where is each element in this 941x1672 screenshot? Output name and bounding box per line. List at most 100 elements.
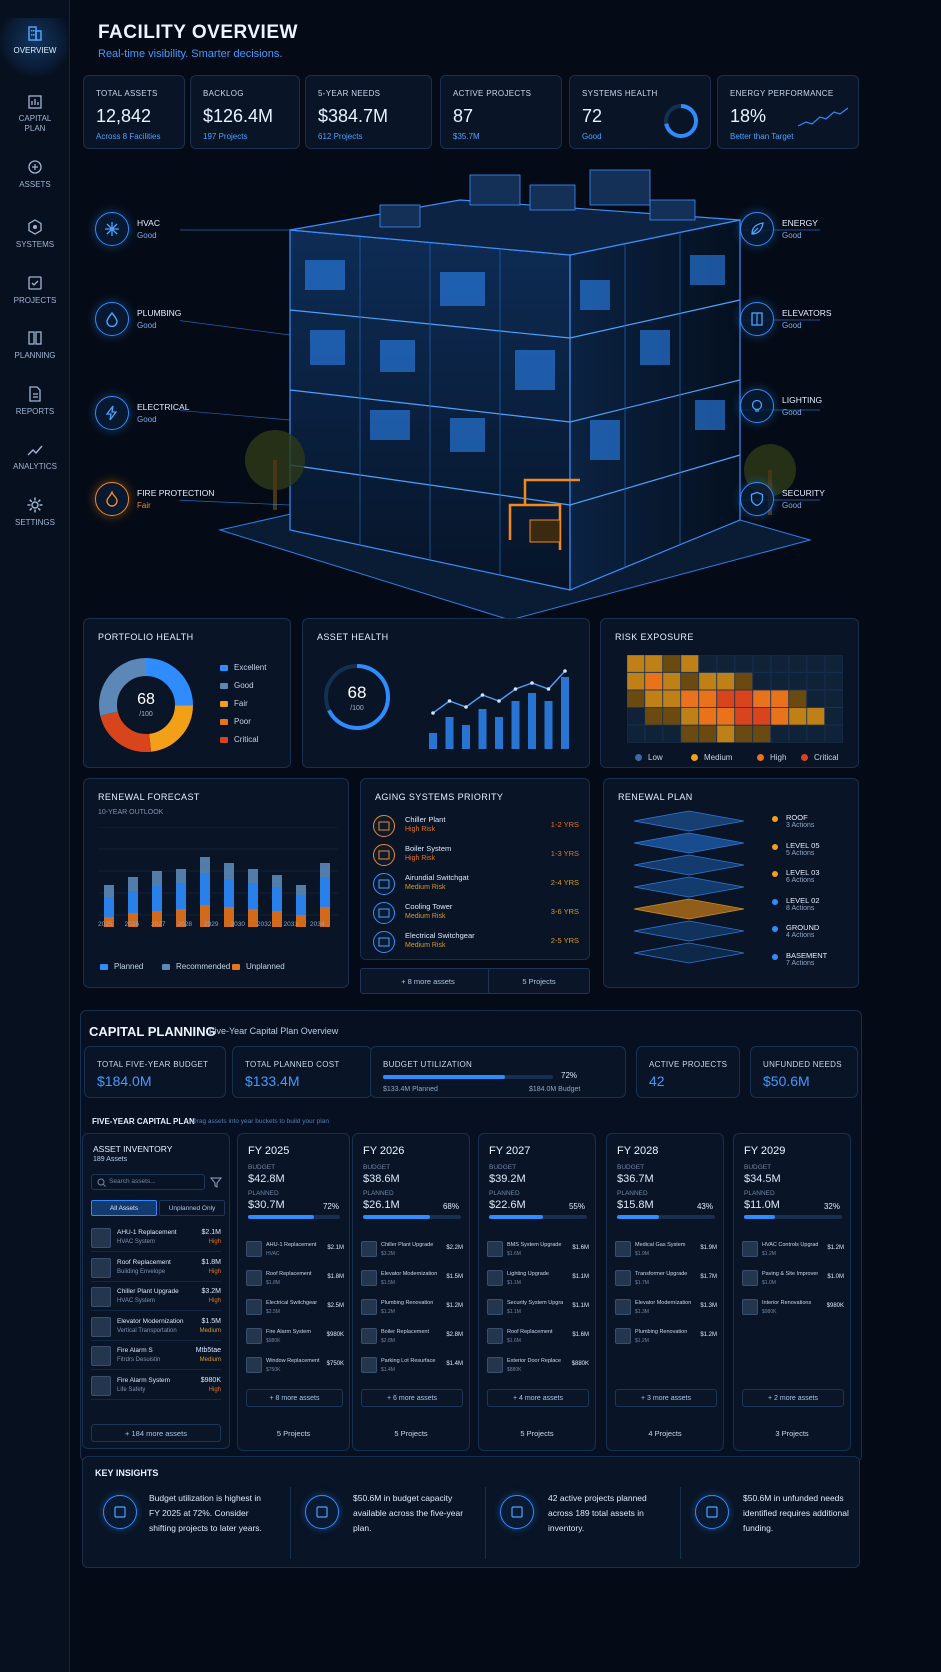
kpi-value: $50.6M — [763, 1073, 810, 1089]
plan-level[interactable]: LEVEL 03 6 Actions — [772, 868, 852, 892]
fy-more-button[interactable]: + 8 more assets — [246, 1389, 343, 1407]
aging-projects-button[interactable]: 5 Projects — [488, 968, 590, 994]
fy-asset-item[interactable]: Plumbing Renovation $1.2M $1.2M — [615, 1326, 717, 1348]
inventory-item[interactable]: AHU-1 Replacement HVAC System $2.1M High — [91, 1226, 221, 1252]
plan-level[interactable]: BASEMENT 7 Actions — [772, 951, 852, 975]
fy-asset-item[interactable]: HVAC Controls Upgrade $1.2M $1.2M — [742, 1239, 844, 1261]
fy-asset-item[interactable]: Roof Replacement $1.6M $1.6M — [487, 1326, 589, 1348]
system-energy[interactable]: ENERGY Good — [740, 212, 818, 246]
fy-asset-item[interactable]: Boiler Replacement $2.8M $2.8M — [361, 1326, 463, 1348]
fy-asset-item[interactable]: Interior Renovations $980K $980K — [742, 1297, 844, 1319]
renewal-forecast-card[interactable]: RENEWAL FORECAST 10-YEAR OUTLOOK 2025 202… — [83, 778, 349, 988]
nav-assets[interactable]: ASSETS — [0, 158, 70, 190]
aging-item[interactable]: Electrical Switchgear Medium Risk 2-5 YRS — [373, 929, 579, 955]
asset-health-card[interactable]: ASSET HEALTH 68 /100 — [302, 618, 590, 768]
asset-thumbnail — [91, 1257, 111, 1278]
kpi-total-assets[interactable]: TOTAL ASSETS 12,842 Across 8 Facilities — [83, 75, 185, 149]
fy-asset-item[interactable]: Elevator Modernization $1.3M $1.3M — [615, 1297, 717, 1319]
system-electrical[interactable]: ELECTRICAL Good — [95, 396, 189, 430]
kpi-active-projects[interactable]: ACTIVE PROJECTS 87 $35.7M — [440, 75, 562, 149]
fy-asset-item[interactable]: Paving & Site Improvement $1.0M $1.0M — [742, 1268, 844, 1290]
fy-asset-item[interactable]: Lighting Upgrade $1.1M $1.1M — [487, 1268, 589, 1290]
portfolio-health-card[interactable]: PORTFOLIO HEALTH 68 /100 Excellent Good … — [83, 618, 291, 768]
nav-overview[interactable]: OVERVIEW — [0, 18, 70, 76]
nav-planning[interactable]: PLANNING — [0, 329, 70, 361]
system-status: Good — [782, 231, 802, 240]
plan-level[interactable]: GROUND 4 Actions — [772, 923, 852, 947]
fy-column: FY 2027 BUDGET $39.2M PLANNED $22.6M 55% BMS S… — [478, 1133, 596, 1451]
fy-more-button[interactable]: + 3 more assets — [615, 1389, 717, 1407]
fy-more-button[interactable]: + 6 more assets — [361, 1389, 463, 1407]
inventory-item[interactable]: Elevator Modernization Vertical Transport… — [91, 1315, 221, 1341]
planned-label: PLANNED — [489, 1190, 520, 1197]
plan-level[interactable]: LEVEL 02 8 Actions — [772, 896, 852, 920]
system-security[interactable]: SECURITY Good — [740, 482, 825, 516]
nav-analytics[interactable]: ANALYTICS — [0, 440, 70, 472]
fy-asset-item[interactable]: Window Replacement $750K $750K — [246, 1355, 344, 1377]
kpi-energy-performance[interactable]: ENERGY PERFORMANCE 18% Better than Targe… — [717, 75, 859, 149]
inventory-item[interactable]: Chiller Plant Upgrade HVAC System $3.2M Hig… — [91, 1285, 221, 1311]
aging-more-button[interactable]: + 8 more assets — [360, 968, 496, 994]
fy-asset-item[interactable]: BMS System Upgrade $1.6M $1.6M — [487, 1239, 589, 1261]
kpi-systems-health[interactable]: SYSTEMS HEALTH 72 Good — [569, 75, 711, 149]
system-fire-protection[interactable]: FIRE PROTECTION Fair — [95, 482, 214, 516]
fy-asset-cost: $980K — [826, 1303, 844, 1309]
fy-asset-item[interactable]: Roof Replacement $1.8M $1.8M — [246, 1268, 344, 1290]
system-hvac[interactable]: HVAC Good — [95, 212, 160, 246]
forecast-bar — [176, 883, 186, 909]
capital-cost-card[interactable]: TOTAL PLANNED COST $133.4M — [232, 1046, 372, 1098]
nav-settings[interactable]: SETTINGS — [0, 496, 70, 528]
inventory-item[interactable]: Fire Alarm S Fitrdrs Desuistin Mtb5tae Medi… — [91, 1344, 221, 1370]
capital-active-card[interactable]: ACTIVE PROJECTS 42 — [636, 1046, 740, 1098]
system-lighting[interactable]: LIGHTING Good — [740, 389, 822, 423]
tab-unplanned[interactable]: Unplanned Only — [159, 1200, 225, 1216]
trend-bar — [495, 717, 503, 749]
plan-level[interactable]: ROOF 3 Actions — [772, 813, 852, 837]
fy-asset-item[interactable]: Fire Alarm System $980K $980K — [246, 1326, 344, 1348]
tab-all-assets[interactable]: All Assets — [91, 1200, 157, 1216]
equipment-icon — [373, 873, 395, 895]
filter-button[interactable] — [209, 1174, 223, 1190]
utilization-budget: $184.0M Budget — [529, 1086, 581, 1093]
trend-point — [480, 693, 485, 697]
fy-asset-cost: $1.6M — [572, 1332, 589, 1338]
inventory-more-button[interactable]: + 184 more assets — [91, 1424, 221, 1442]
capital-unfunded-card[interactable]: UNFUNDED NEEDS $50.6M — [750, 1046, 858, 1098]
fy-asset-item[interactable]: Parking Lot Resurface $1.4M $1.4M — [361, 1355, 463, 1377]
fy-asset-item[interactable]: Medical Gas System $1.9M $1.9M — [615, 1239, 717, 1261]
aging-item[interactable]: Airundial Switchgat Medium Risk 2-4 YRS — [373, 871, 579, 897]
aging-item[interactable]: Boiler System High Risk 1-3 YRS — [373, 842, 579, 868]
plan-level[interactable]: LEVEL 05 5 Actions — [772, 841, 852, 865]
inventory-item[interactable]: Fire Alarm System Life Safety $980K High — [91, 1374, 221, 1400]
capital-budget-card[interactable]: TOTAL FIVE-YEAR BUDGET $184.0M — [84, 1046, 226, 1098]
nav-reports[interactable]: REPORTS — [0, 385, 70, 417]
fy-asset-item[interactable]: Electrical Switchgear $2.5M $2.5M — [246, 1297, 344, 1319]
fy-asset-item[interactable]: Chiller Plant Upgrade $3.2M $2.2M — [361, 1239, 463, 1261]
fy-more-button[interactable]: + 4 more assets — [487, 1389, 589, 1407]
risk-exposure-card[interactable]: RISK EXPOSURE Low Medium High Critical — [600, 618, 859, 768]
fy-more-button[interactable]: + 2 more assets — [742, 1389, 844, 1407]
nav-systems[interactable]: SYSTEMS — [0, 218, 70, 250]
search-input[interactable]: Search assets... — [91, 1174, 205, 1190]
system-elevators[interactable]: ELEVATORS Good — [740, 302, 832, 336]
renewal-plan-card[interactable]: RENEWAL PLAN ROOF 3 Actions LEVEL 05 5 Acti… — [603, 778, 859, 988]
fy-asset-item[interactable]: Transformer Upgrade $1.7M $1.7M — [615, 1268, 717, 1290]
nav-projects[interactable]: PROJECTS — [0, 274, 70, 306]
fy-asset-item[interactable]: AHU-1 Replacement HVAC $2.1M — [246, 1239, 344, 1261]
insight-text: $50.6M in budget capacity available acro… — [353, 1493, 464, 1533]
nav-capital-plan[interactable]: CAPITAL PLAN — [0, 92, 70, 134]
fy-asset-item[interactable]: Security System Upgrade $1.1M $1.1M — [487, 1297, 589, 1319]
aging-systems-card[interactable]: AGING SYSTEMS PRIORITY Chiller Plant High… — [360, 778, 590, 960]
capital-utilization-card[interactable]: BUDGET UTILIZATION 72% $133.4M Planned $… — [370, 1046, 626, 1098]
aging-item[interactable]: Chiller Plant High Risk 1-2 YRS — [373, 813, 579, 839]
system-plumbing[interactable]: PLUMBING Good — [95, 302, 181, 336]
kpi-backlog[interactable]: BACKLOG $126.4M 197 Projects — [190, 75, 300, 149]
inventory-item[interactable]: Roof Replacement Building Envelope $1.8M Hi… — [91, 1256, 221, 1282]
risk-cell — [770, 725, 789, 743]
fy-asset-item[interactable]: Plumbing Renovation $1.2M $1.2M — [361, 1297, 463, 1319]
forecast-bar — [296, 895, 306, 915]
aging-item[interactable]: Cooling Tower Medium Risk 3-6 YRS — [373, 900, 579, 926]
kpi-five-year-needs[interactable]: 5-YEAR NEEDS $384.7M 612 Projects — [305, 75, 432, 149]
fy-asset-item[interactable]: Elevator Modernization $1.5M $1.5M — [361, 1268, 463, 1290]
fy-asset-item[interactable]: Exterior Door Replace $880K $880K — [487, 1355, 589, 1377]
